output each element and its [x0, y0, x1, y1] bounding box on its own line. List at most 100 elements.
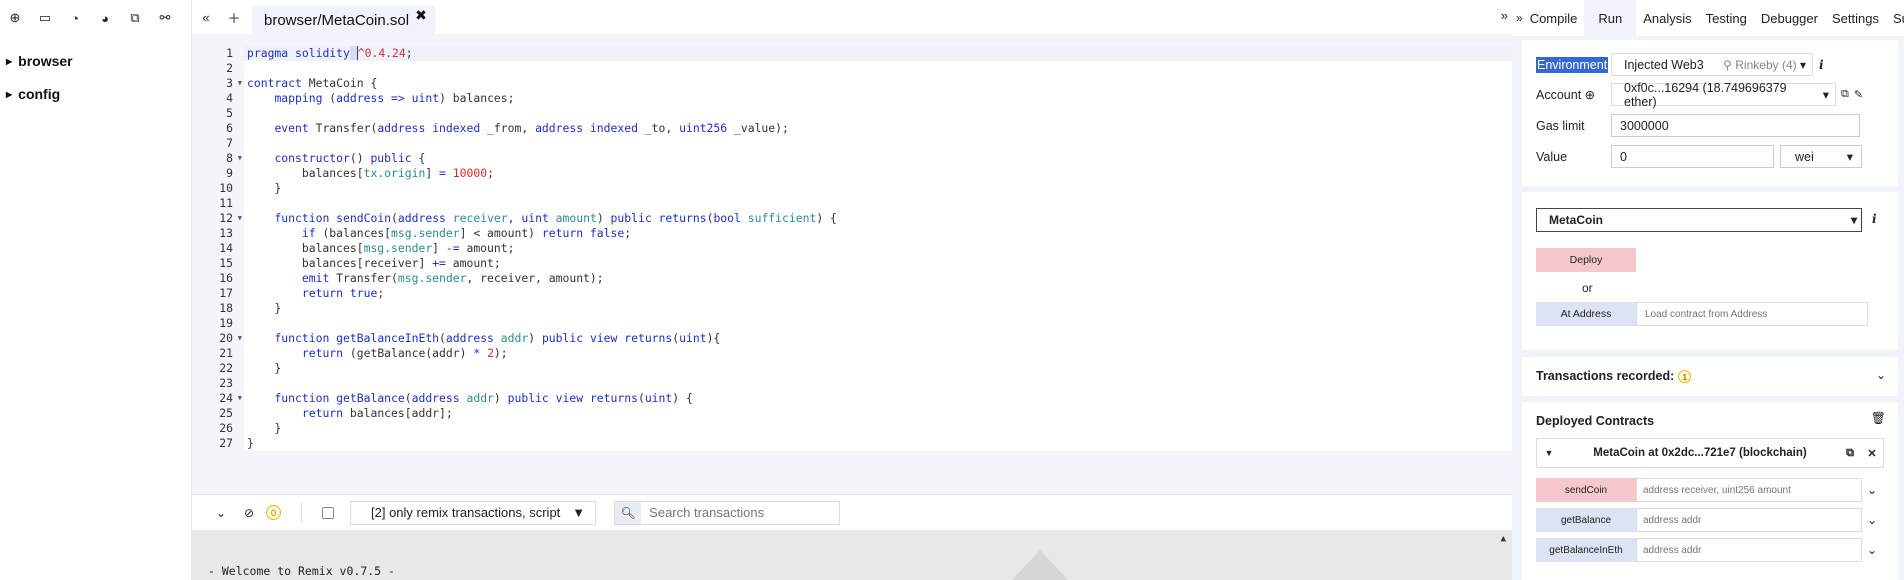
code-editor[interactable]: 1 2 3 ▼ 4 5 6 7 8 ▼ 9 10 11 12 ▼ 13 14 15 1… [192, 34, 1512, 494]
tab-compile[interactable]: Compile [1523, 0, 1585, 36]
fold-arrow-icon[interactable]: ▼ [238, 151, 242, 166]
caret-down-icon: ▼ [572, 505, 586, 520]
clear-console-icon[interactable]: ⊘ [238, 506, 260, 520]
deploy-button[interactable]: Deploy [1536, 248, 1636, 272]
gas-limit-row: Gas limit [1536, 114, 1860, 137]
contract-select[interactable]: MetaCoin ▾ [1536, 208, 1862, 232]
tree-item-browser[interactable]: ▶ browser [0, 50, 191, 72]
line-number: 18 [219, 301, 233, 315]
recorded-count-badge: 1 [1678, 370, 1692, 384]
file-explorer-toolbar: ⊕ ▭ ◔ ◕ ⧉ ⚯ [0, 0, 191, 36]
tab-settings[interactable]: Settings [1825, 0, 1886, 36]
line-number: 3 ▼ [226, 76, 242, 91]
edit-icon[interactable]: ✎ [1854, 88, 1863, 101]
search-input[interactable] [641, 501, 840, 524]
contract-instance-header[interactable]: ▼ MetaCoin at 0x2dc...721e7 (blockchain)… [1536, 438, 1884, 468]
function-row-getbalanceineth: getBalanceInEth ⌄ [1536, 538, 1884, 562]
close-icon[interactable]: ✖ [415, 7, 427, 24]
value-label: Value [1536, 149, 1568, 164]
folder-open-icon[interactable]: ▭ [34, 7, 56, 29]
copy-icon[interactable]: ⧉ [1839, 447, 1861, 460]
value-input[interactable] [1611, 145, 1774, 168]
line-number: 23 [219, 376, 233, 390]
close-icon[interactable]: ✕ [1861, 447, 1883, 460]
chevron-down-icon[interactable]: ⌄ [1862, 543, 1882, 557]
line-number: 16 [219, 271, 233, 285]
line-number: 8 ▼ [226, 151, 242, 166]
chevron-down-icon[interactable]: ⌄ [1862, 483, 1882, 497]
caret-down-icon: ▾ [1850, 213, 1857, 227]
transactions-recorded-card[interactable]: Transactions recorded: 1 ⌄ [1522, 357, 1898, 396]
filter-label: [2] only remix transactions, script [371, 505, 561, 520]
info-icon[interactable]: i [1819, 58, 1824, 72]
plus-small-icon[interactable]: ＋ [220, 0, 248, 34]
code-line: mapping (address => uint) balances; [274, 91, 515, 105]
chevron-double-right-icon[interactable]: » [1516, 11, 1523, 25]
caret-down-icon[interactable]: ▼ [1537, 448, 1561, 458]
trash-icon[interactable]: 🗑︎ [1871, 411, 1886, 425]
tab-run[interactable]: Run [1584, 0, 1637, 36]
code-line: function getBalance(address addr) public… [274, 391, 693, 405]
chevron-down-icon[interactable]: ⌄ [1862, 513, 1882, 527]
editor-tab[interactable]: browser/MetaCoin.sol ✖ [252, 6, 435, 34]
line-number-gutter: 1 2 3 ▼ 4 5 6 7 8 ▼ 9 10 11 12 ▼ 13 14 15 1… [192, 46, 242, 451]
chevron-down-icon[interactable]: ⌄ [1876, 368, 1886, 382]
tree-item-label: browser [18, 53, 73, 69]
fold-arrow-icon[interactable]: ▼ [238, 76, 242, 91]
copy-icon[interactable]: ⧉ [124, 7, 146, 29]
tab-debugger[interactable]: Debugger [1754, 0, 1825, 36]
caret-right-icon: ▶ [6, 56, 13, 66]
divider [301, 502, 302, 523]
listen-network-checkbox[interactable] [322, 506, 334, 519]
search-icon[interactable]: 🔍︎ [615, 501, 642, 524]
chevron-double-down-icon[interactable]: ⌄ [210, 506, 232, 520]
environment-select[interactable]: Injected Web3 ⚲ Rinkeby (4) ▾ [1611, 53, 1813, 76]
getbalance-args-input[interactable] [1636, 508, 1862, 532]
code-line: event Transfer(address indexed _from, ad… [274, 121, 789, 135]
gas-limit-label: Gas limit [1536, 118, 1585, 133]
tab-analysis[interactable]: Analysis [1636, 0, 1698, 36]
getbalanceineth-button[interactable]: getBalanceInEth [1536, 538, 1636, 562]
line-number: 15 [219, 256, 233, 270]
at-address-input[interactable] [1636, 302, 1868, 326]
getbalanceineth-args-input[interactable] [1636, 538, 1862, 562]
github-icon[interactable]: ◔ [64, 7, 86, 29]
info-icon[interactable]: i [1872, 212, 1877, 226]
github-publish-icon[interactable]: ◕ [94, 7, 116, 29]
chevron-double-right-icon[interactable]: » [1501, 8, 1508, 23]
chevron-double-left-icon[interactable]: « [192, 0, 220, 34]
code-content[interactable]: pragma solidity ^0.4.24; contract MetaCo… [244, 46, 1512, 451]
code-line: return true; [301, 286, 385, 300]
fold-arrow-icon[interactable]: ▼ [238, 391, 242, 406]
code-line: } [247, 181, 282, 195]
sendcoin-button[interactable]: sendCoin [1536, 478, 1636, 502]
fold-arrow-icon[interactable]: ▼ [238, 211, 242, 226]
getbalance-button[interactable]: getBalance [1536, 508, 1636, 532]
line-number: 27 [219, 436, 233, 450]
pending-transactions-badge[interactable]: 0 [266, 505, 281, 520]
transaction-filter-select[interactable]: [2] only remix transactions, script ▼ [350, 500, 597, 525]
plus-icon[interactable]: ⊕ [4, 7, 26, 29]
at-address-button[interactable]: At Address [1536, 302, 1636, 326]
value-unit-select[interactable]: wei ▾ [1780, 145, 1862, 168]
tree-item-config[interactable]: ▶ config [0, 83, 191, 105]
line-number: 17 [219, 286, 233, 300]
gas-limit-input[interactable] [1611, 114, 1860, 137]
line-number: 6 [226, 121, 233, 135]
account-select[interactable]: 0xf0c...16294 (18.749696379 ether) ▾ [1611, 81, 1836, 109]
sendcoin-args-input[interactable] [1636, 478, 1862, 502]
plus-circle-icon[interactable]: ⊕ [1585, 88, 1595, 102]
link-icon[interactable]: ⚯ [154, 7, 176, 29]
scroll-up-icon[interactable]: ▲ [1501, 534, 1506, 544]
tab-testing[interactable]: Testing [1699, 0, 1754, 36]
code-line: pragma solidity ^0.4.24; [244, 46, 1512, 61]
tab-support[interactable]: Sup [1886, 0, 1904, 36]
copy-icon[interactable]: ⧉ [1841, 88, 1849, 101]
line-number: 5 [226, 106, 233, 120]
fold-arrow-icon[interactable]: ▼ [238, 331, 242, 346]
code-line: constructor() public { [274, 151, 426, 165]
function-row-getbalance: getBalance ⌄ [1536, 508, 1884, 532]
line-number: 4 [226, 91, 233, 105]
